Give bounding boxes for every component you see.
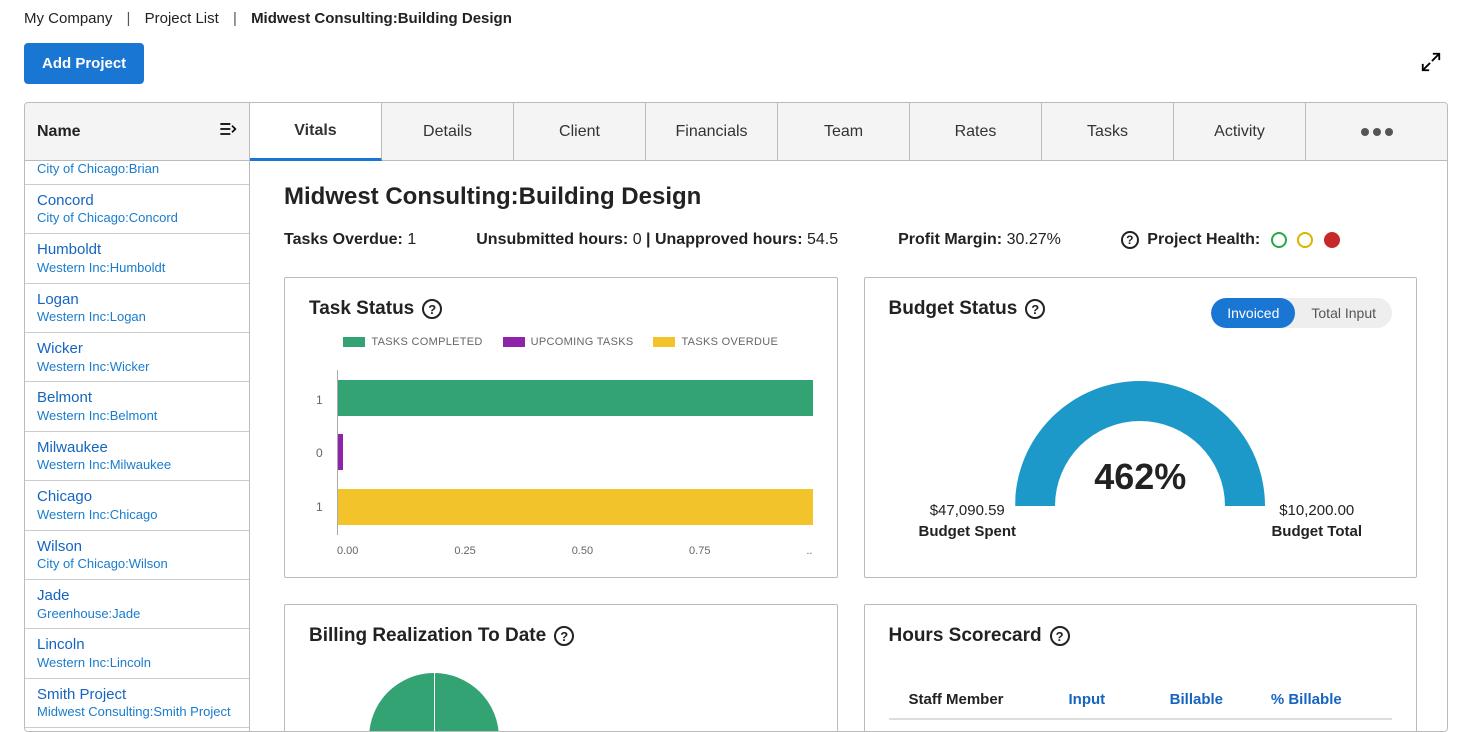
breadcrumb-list[interactable]: Project List bbox=[145, 10, 219, 27]
chart-xaxis: 0.00 0.25 0.50 0.75 .. bbox=[337, 545, 813, 557]
budget-gauge: 462% bbox=[1015, 381, 1265, 506]
help-icon[interactable]: ? bbox=[554, 626, 574, 646]
metric-margin: Profit Margin: 30.27% bbox=[898, 231, 1061, 249]
tab-tasks[interactable]: Tasks bbox=[1042, 103, 1174, 160]
tab-activity[interactable]: Activity bbox=[1174, 103, 1306, 160]
sidebar-header: Name bbox=[37, 123, 81, 141]
scorecard-header: Staff Member Input Billable % Billable bbox=[889, 683, 1393, 720]
metric-overdue: Tasks Overdue: 1 bbox=[284, 231, 416, 249]
pie-chart bbox=[369, 673, 499, 731]
tab-details[interactable]: Details bbox=[382, 103, 514, 160]
list-item[interactable]: Smith Project Midwest Consulting:Smith P… bbox=[25, 679, 249, 728]
metric-health: ? Project Health: bbox=[1121, 231, 1340, 249]
help-icon[interactable]: ? bbox=[422, 299, 442, 319]
breadcrumb-current: Midwest Consulting:Building Design bbox=[251, 10, 512, 27]
expand-icon[interactable] bbox=[1420, 51, 1442, 76]
collapse-sidebar-icon[interactable] bbox=[217, 119, 237, 144]
help-icon[interactable]: ? bbox=[1121, 231, 1139, 249]
task-legend: TASKS COMPLETED UPCOMING TASKS TASKS OVE… bbox=[309, 336, 813, 348]
billing-realization-card: Billing Realization To Date ? bbox=[284, 604, 838, 731]
toggle-total-input[interactable]: Total Input bbox=[1295, 298, 1392, 328]
page-title: Midwest Consulting:Building Design bbox=[284, 183, 1417, 211]
tab-financials[interactable]: Financials bbox=[646, 103, 778, 160]
task-status-chart: 1 0 1 bbox=[337, 370, 813, 535]
task-status-card: Task Status ? TASKS COMPLETED UPCOMING T… bbox=[284, 277, 838, 578]
budget-toggle[interactable]: Invoiced Total Input bbox=[1211, 298, 1392, 328]
hours-scorecard: Hours Scorecard ? Staff Member Input Bil… bbox=[864, 604, 1418, 731]
tab-rates[interactable]: Rates bbox=[910, 103, 1042, 160]
budget-status-card: Invoiced Total Input Budget Status ? 462… bbox=[864, 277, 1418, 578]
help-icon[interactable]: ? bbox=[1050, 626, 1070, 646]
add-project-button[interactable]: Add Project bbox=[24, 43, 144, 84]
list-item[interactable]: Humboldt Western Inc:Humboldt bbox=[25, 234, 249, 283]
list-item[interactable]: City of Chicago:Brian bbox=[25, 161, 249, 185]
list-item[interactable]: Concord City of Chicago:Concord bbox=[25, 185, 249, 234]
list-item[interactable]: Milwaukee Western Inc:Milwaukee bbox=[25, 432, 249, 481]
help-icon[interactable]: ? bbox=[1025, 299, 1045, 319]
toggle-invoiced[interactable]: Invoiced bbox=[1211, 298, 1295, 328]
project-sidebar: Name City of Chicago:Brian Concord City … bbox=[25, 103, 250, 731]
tab-vitals[interactable]: Vitals bbox=[250, 103, 382, 161]
breadcrumb: My Company | Project List | Midwest Cons… bbox=[0, 0, 1460, 33]
breadcrumb-root[interactable]: My Company bbox=[24, 10, 112, 27]
list-item[interactable]: Lincoln Western Inc:Lincoln bbox=[25, 629, 249, 678]
metric-hours: Unsubmitted hours: 0 | Unapproved hours:… bbox=[476, 231, 838, 249]
list-item[interactable]: Belmont Western Inc:Belmont bbox=[25, 382, 249, 431]
health-green-icon bbox=[1271, 232, 1287, 248]
project-list[interactable]: City of Chicago:Brian Concord City of Ch… bbox=[25, 161, 249, 731]
health-red-icon bbox=[1324, 232, 1340, 248]
tab-more[interactable] bbox=[1306, 103, 1447, 160]
more-icon bbox=[1359, 123, 1395, 141]
tab-client[interactable]: Client bbox=[514, 103, 646, 160]
list-item[interactable]: Wicker Western Inc:Wicker bbox=[25, 333, 249, 382]
list-item[interactable]: Chicago Western Inc:Chicago bbox=[25, 481, 249, 530]
legend-upcoming-icon bbox=[503, 337, 525, 347]
list-item[interactable]: Jade Greenhouse:Jade bbox=[25, 580, 249, 629]
legend-completed-icon bbox=[343, 337, 365, 347]
legend-overdue-icon bbox=[653, 337, 675, 347]
list-item[interactable]: Logan Western Inc:Logan bbox=[25, 284, 249, 333]
health-yellow-icon bbox=[1297, 232, 1313, 248]
tab-team[interactable]: Team bbox=[778, 103, 910, 160]
metrics-row: Tasks Overdue: 1 Unsubmitted hours: 0 | … bbox=[284, 231, 1417, 249]
main-panel: Name City of Chicago:Brian Concord City … bbox=[24, 102, 1448, 732]
tabs: Vitals Details Client Financials Team Ra… bbox=[250, 103, 1447, 161]
gauge-percent: 462% bbox=[1015, 456, 1265, 498]
list-item[interactable]: Wilson City of Chicago:Wilson bbox=[25, 531, 249, 580]
